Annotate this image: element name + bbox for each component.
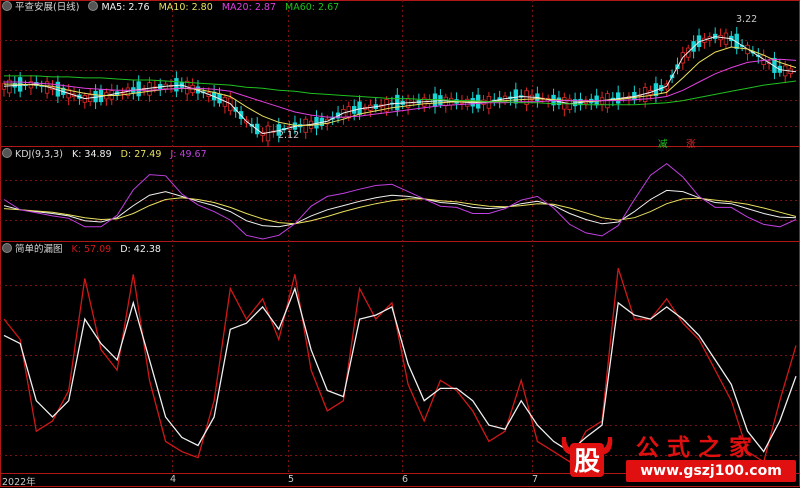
kdj-panel[interactable] [3, 162, 797, 240]
panel-settings-icon[interactable] [2, 1, 12, 11]
candle-body [265, 125, 271, 142]
x-label-jul: 7 [532, 474, 539, 485]
indicator-title: 简单的漏图 [15, 244, 63, 255]
ma10-value: MA10: 2.80 [158, 2, 213, 13]
kdj-title: KDJ(9,3,3) [15, 149, 63, 160]
tag-zhang: 涨 [686, 139, 696, 150]
watermark: 股 公式之家 www.gszj100.com [556, 426, 796, 484]
kdj-settings-icon[interactable] [2, 148, 12, 158]
watermark-title: 公式之家 [636, 434, 760, 461]
kdj-line-k [3, 189, 797, 228]
x-label-may: 5 [288, 474, 295, 485]
indicator-settings-icon[interactable] [2, 243, 12, 253]
stock-name: 平查安展(日线) [15, 2, 80, 13]
x-label-apr: 4 [170, 474, 177, 485]
kdj-line-j [3, 162, 797, 240]
price-legend: 平查安展(日线) MA5: 2.76 MA10: 2.80 MA20: 2.87… [2, 1, 345, 15]
watermark-url: www.gszj100.com [626, 460, 796, 482]
ma60-value: MA60: 2.67 [285, 2, 340, 13]
ma5-value: MA5: 2.76 [101, 2, 150, 13]
logo-char: 股 [574, 447, 600, 477]
x-label-jun: 6 [402, 474, 409, 485]
candle-body [136, 81, 141, 97]
x-label-year: 2022年 [2, 477, 36, 488]
indicator-d-value: D: 42.38 [120, 244, 161, 255]
price-panel[interactable] [1, 26, 797, 147]
indicator-k-value: K: 57.09 [71, 244, 112, 255]
bull-logo-icon: 股 [561, 437, 613, 477]
ma-line-ma5 [3, 36, 797, 135]
kdj-legend: KDJ(9,3,3) K: 34.89 D: 27.49 J: 49.67 [2, 148, 213, 162]
candle-body [174, 78, 179, 92]
kdj-line-d [3, 197, 797, 225]
candle-body [147, 82, 152, 96]
high-price-callout: 3.22 [736, 14, 758, 25]
low-price-callout: 2.12 [278, 130, 300, 141]
tag-jian: 减 [658, 139, 668, 150]
candle-body [432, 93, 438, 108]
ma20-value: MA20: 2.87 [221, 2, 276, 13]
kdj-d-value: D: 27.49 [120, 149, 162, 160]
candle-body [357, 101, 362, 115]
candle-body [513, 89, 519, 104]
kdj-j-value: J: 49.67 [170, 149, 207, 160]
indicator-legend: 简单的漏图 K: 57.09 D: 42.38 [2, 243, 167, 257]
ma-settings-icon[interactable] [88, 1, 99, 11]
kdj-k-value: K: 34.89 [71, 149, 112, 160]
